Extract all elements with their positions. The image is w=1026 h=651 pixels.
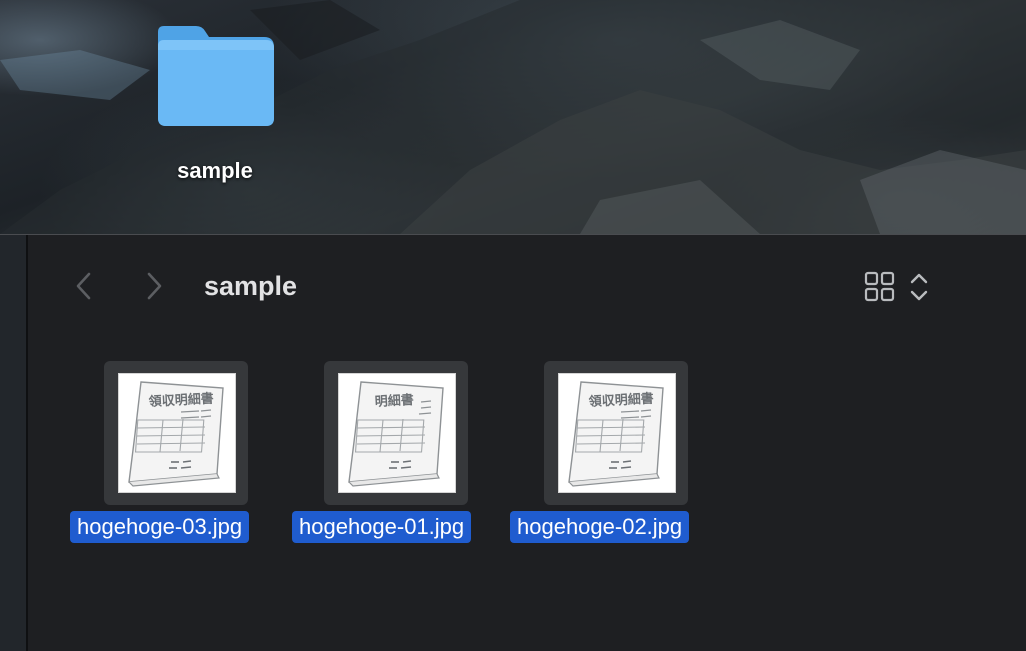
window-title: sample (204, 271, 298, 301)
sidebar-edge (0, 235, 28, 651)
file-item[interactable]: 領収明細書 hogehoge-03.jpg (68, 361, 250, 547)
desktop-folder-sample[interactable]: sample (150, 20, 280, 190)
chevron-right-icon (147, 272, 162, 300)
statement-document-image: 明細書 (338, 373, 456, 493)
folder-icon (158, 26, 274, 126)
file-name-label: hogehoge-02.jpg (510, 511, 690, 543)
receipt-doc-title: 領収明細書 (148, 391, 214, 410)
toolbar: sample (28, 235, 1026, 335)
file-name-label: hogehoge-01.jpg (292, 511, 472, 543)
icon-grid-view-icon (864, 271, 895, 302)
file-item[interactable]: 領収明細書 hogehoge-02.jpg (508, 361, 690, 547)
statement-doc-title: 明細書 (374, 392, 414, 410)
forward-button[interactable] (142, 271, 166, 301)
chevron-left-icon (76, 272, 91, 300)
file-name-label: hogehoge-03.jpg (70, 511, 250, 543)
receipt-document-image: 領収明細書 (118, 373, 236, 493)
desktop-folder-label: sample (177, 158, 253, 183)
chevron-up-down-icon (910, 273, 928, 301)
receipt-document-image: 領収明細書 (558, 373, 676, 493)
back-button[interactable] (72, 271, 96, 301)
file-item[interactable]: 明細書 hogehoge-01.jpg (288, 361, 472, 547)
statement-illustration: 明細書 (348, 381, 444, 487)
view-options-stepper[interactable] (908, 271, 930, 303)
desktop-wallpaper: sample (0, 0, 1026, 234)
file-thumbnail: 領収明細書 (544, 361, 688, 505)
receipt-illustration: 領収明細書 (128, 381, 224, 487)
receipt-doc-title: 領収明細書 (588, 391, 654, 410)
finder-window: sample 領収明細書 hogehoge-03.jpg 明細書 hogehog… (0, 234, 1026, 651)
receipt-illustration: 領収明細書 (568, 381, 664, 487)
file-thumbnail: 明細書 (324, 361, 468, 505)
file-thumbnail: 領収明細書 (104, 361, 248, 505)
view-mode-button[interactable] (864, 271, 896, 303)
